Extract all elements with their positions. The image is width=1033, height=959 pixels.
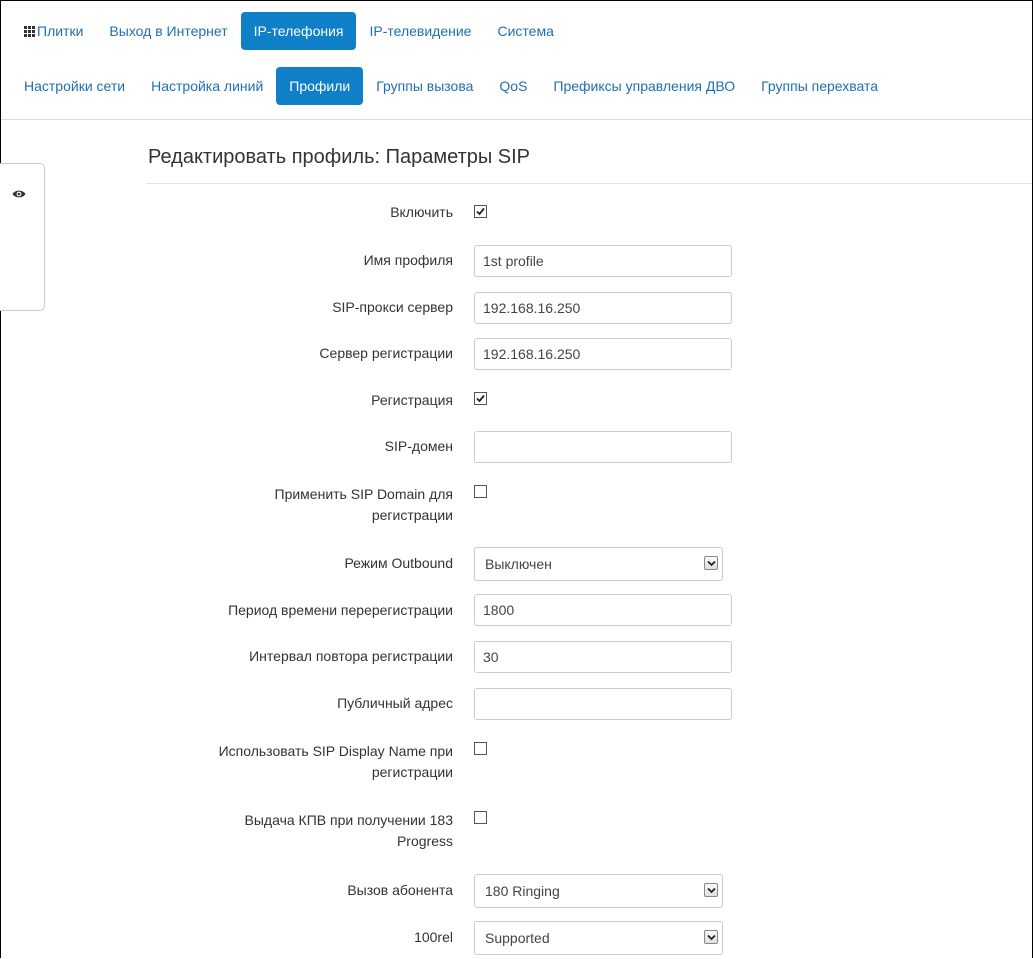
- tiles-icon: [24, 25, 35, 37]
- tab-call-groups[interactable]: Группы вызова: [363, 67, 486, 105]
- rel100-select-value: Supported: [485, 930, 550, 946]
- profile-name-input[interactable]: 1st profile: [474, 245, 732, 277]
- tab-profiles[interactable]: Профили: [276, 67, 364, 105]
- apply-domain-label-line2: регистрации: [371, 507, 453, 523]
- nav-tiles[interactable]: Плитки: [11, 12, 96, 50]
- sip-domain-input[interactable]: [474, 431, 732, 463]
- retry-interval-input[interactable]: 30: [474, 641, 732, 673]
- page-title: Редактировать профиль: Параметры SIP: [148, 146, 531, 168]
- sip-proxy-input[interactable]: 192.168.16.250: [474, 292, 732, 324]
- tab-qos[interactable]: QoS: [486, 67, 540, 105]
- sip-proxy-label: SIP-прокси сервер: [332, 299, 453, 315]
- outbound-label: Режим Outbound: [344, 555, 453, 571]
- subscriber-call-label: Вызов абонента: [347, 882, 453, 898]
- rereg-period-input[interactable]: 1800: [474, 594, 732, 626]
- tab-pickup-groups[interactable]: Группы перехвата: [748, 67, 891, 105]
- kpv-label-line1: Выдача КПВ при получении 183: [244, 812, 453, 828]
- nav-ip-telephony[interactable]: IP-телефония: [240, 12, 357, 50]
- sub-nav: Настройки сети Настройка линий Профили Г…: [11, 67, 891, 105]
- registration-label: Регистрация: [371, 392, 453, 408]
- nav-internet[interactable]: Выход в Интернет: [96, 12, 240, 50]
- tab-network[interactable]: Настройки сети: [11, 67, 138, 105]
- outbound-select-value: Выключен: [485, 556, 552, 572]
- subscriber-call-select-value: 180 Ringing: [485, 883, 560, 899]
- kpv-checkbox[interactable]: [474, 811, 487, 824]
- tab-prefixes[interactable]: Префиксы управления ДВО: [540, 67, 748, 105]
- top-nav: Плитки Выход в Интернет IP-телефония IP-…: [11, 12, 567, 50]
- side-panel-toggle[interactable]: [0, 163, 45, 311]
- registrar-input[interactable]: 192.168.16.250: [474, 338, 732, 370]
- rel100-select[interactable]: Supported: [474, 921, 723, 955]
- public-address-label: Публичный адрес: [337, 695, 453, 711]
- title-divider: [146, 183, 1032, 184]
- registrar-label: Сервер регистрации: [319, 345, 453, 361]
- chevron-down-icon: [704, 556, 718, 570]
- outbound-select[interactable]: Выключен: [474, 547, 723, 581]
- nav-ip-tv[interactable]: IP-телевидение: [356, 12, 484, 50]
- kpv-label-line2: Progress: [396, 833, 453, 849]
- apply-domain-label-line1: Применить SIP Domain для: [274, 486, 453, 502]
- rel100-label: 100rel: [414, 929, 453, 945]
- retry-interval-label: Интервал повтора регистрации: [249, 648, 453, 664]
- display-name-label-line1: Использовать SIP Display Name при: [218, 743, 453, 759]
- display-name-label-line2: регистрации: [371, 764, 453, 780]
- page-frame: [0, 0, 1033, 958]
- nav-divider: [1, 119, 1032, 120]
- nav-system[interactable]: Система: [484, 12, 566, 50]
- enable-checkbox[interactable]: [474, 205, 487, 218]
- tab-lines[interactable]: Настройка линий: [138, 67, 276, 105]
- subscriber-call-select[interactable]: 180 Ringing: [474, 874, 723, 908]
- kpv-label: Выдача КПВ при получении 183 Progress: [245, 810, 453, 852]
- registration-checkbox[interactable]: [474, 392, 487, 405]
- apply-domain-label: Применить SIP Domain для регистрации: [275, 484, 453, 526]
- apply-domain-checkbox[interactable]: [474, 485, 487, 498]
- display-name-label: Использовать SIP Display Name при регист…: [219, 741, 453, 783]
- enable-label: Включить: [390, 204, 453, 220]
- chevron-down-icon: [704, 883, 718, 897]
- nav-tiles-label: Плитки: [37, 23, 84, 39]
- profile-name-label: Имя профиля: [363, 252, 453, 268]
- display-name-checkbox[interactable]: [474, 742, 487, 755]
- eye-icon: [12, 186, 26, 202]
- sip-domain-label: SIP-домен: [384, 438, 453, 454]
- chevron-down-icon: [704, 930, 718, 944]
- rereg-period-label: Период времени перерегистрации: [228, 602, 453, 618]
- public-address-input[interactable]: [474, 688, 732, 720]
